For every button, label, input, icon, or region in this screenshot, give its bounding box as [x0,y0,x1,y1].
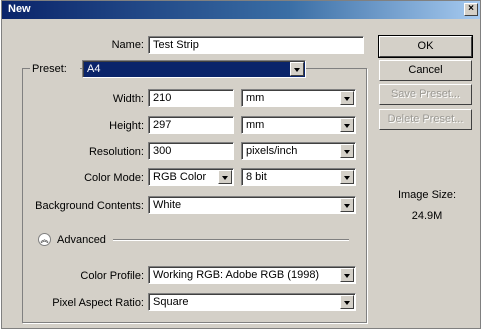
width-unit-value: mm [246,92,265,104]
save-preset-button[interactable]: Save Preset... [379,84,472,105]
advanced-toggle-label[interactable]: Advanced [57,234,106,246]
height-label: Height: [109,120,144,132]
pixel-aspect-ratio-value: Square [153,296,189,308]
bit-depth-select[interactable]: 8 bit [241,168,356,186]
width-unit-select[interactable]: mm [241,89,356,107]
preset-select[interactable]: A4 [82,60,306,78]
new-document-dialog: New × Name: Test Strip Preset: A4 Width:… [1,0,481,329]
width-field[interactable]: 210 [148,89,234,107]
resolution-unit-value: pixels/inch [246,145,298,157]
color-mode-value: RGB Color [153,171,207,183]
background-contents-select[interactable]: White [148,196,356,214]
preset-label: Preset: [30,63,80,75]
height-field[interactable]: 297 [148,116,234,134]
color-profile-value: Working RGB: Adobe RGB (1998) [153,269,320,281]
resolution-field[interactable]: 300 [148,142,234,160]
cancel-button[interactable]: Cancel [379,60,472,81]
advanced-divider [113,239,349,241]
color-mode-select[interactable]: RGB Color [148,168,234,186]
dropdown-arrow-icon[interactable] [340,295,354,309]
name-label: Name: [111,39,144,51]
close-button[interactable]: × [464,3,478,16]
color-profile-label: Color Profile: [80,270,144,282]
image-size-value: 24.9M [411,210,443,222]
dropdown-arrow-icon[interactable] [340,170,354,184]
color-profile-select[interactable]: Working RGB: Adobe RGB (1998) [148,266,356,284]
image-size-label: Image Size: [397,189,457,201]
dialog-title: New [8,3,31,15]
dropdown-arrow-icon[interactable] [340,268,354,282]
delete-preset-button[interactable]: Delete Preset... [379,109,472,130]
dropdown-arrow-icon[interactable] [340,144,354,158]
resolution-unit-select[interactable]: pixels/inch [241,142,356,160]
dropdown-arrow-icon[interactable] [340,198,354,212]
height-unit-value: mm [246,119,265,131]
width-label: Width: [112,93,144,105]
dropdown-arrow-icon[interactable] [340,91,354,105]
background-contents-value: White [153,199,182,211]
pixel-aspect-ratio-label: Pixel Aspect Ratio: [52,297,144,309]
background-contents-label: Background Contents: [35,200,144,212]
preset-value: A4 [87,63,101,75]
dropdown-arrow-icon[interactable] [340,118,354,132]
dropdown-arrow-icon[interactable] [218,170,232,184]
bit-depth-value: 8 bit [246,171,267,183]
pixel-aspect-ratio-select[interactable]: Square [148,293,356,311]
resolution-label: Resolution: [88,146,144,158]
color-mode-label: Color Mode: [84,172,144,184]
title-bar[interactable]: New × [2,1,480,19]
ok-button[interactable]: OK [378,35,473,58]
double-chevron-up-icon[interactable]: ︽ [38,233,51,246]
dropdown-arrow-icon[interactable] [290,62,304,76]
name-field[interactable]: Test Strip [148,36,364,54]
height-unit-select[interactable]: mm [241,116,356,134]
